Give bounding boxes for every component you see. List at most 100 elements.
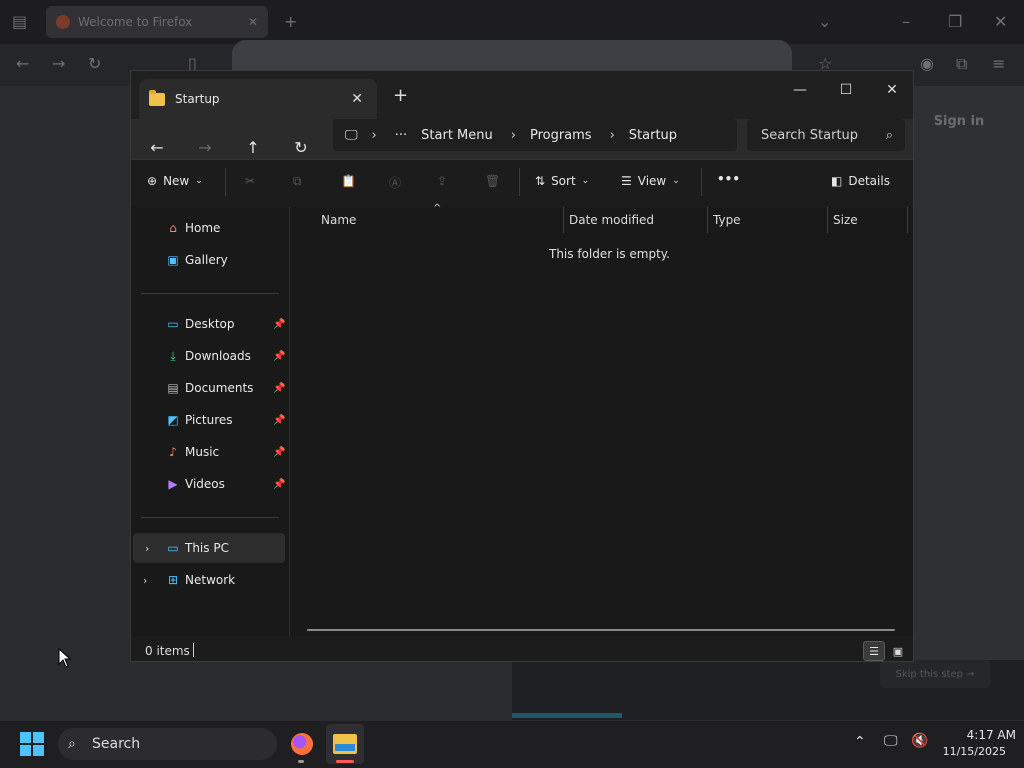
- chevron-right-icon[interactable]: ›: [145, 542, 149, 555]
- more-icon[interactable]: ···: [395, 128, 407, 143]
- explorer-tab[interactable]: Startup ✕: [139, 79, 377, 119]
- pin-icon[interactable]: 📌: [273, 319, 285, 330]
- column-name[interactable]: Name: [321, 213, 356, 227]
- skip-label: Skip this step: [895, 668, 963, 680]
- search-input[interactable]: Search Startup ⌕: [747, 119, 905, 151]
- sidebar-item-home[interactable]: ⌂ Home: [131, 213, 287, 243]
- sidebar-item-documents[interactable]: ▤ Documents 📌: [131, 373, 287, 403]
- sort-icon: ⇅: [535, 174, 546, 188]
- taskbar-firefox[interactable]: [286, 728, 318, 760]
- pin-icon[interactable]: 📌: [273, 383, 285, 394]
- pin-icon[interactable]: 📌: [273, 447, 285, 458]
- taskbar-search-label: Search: [92, 736, 141, 752]
- sign-in-button[interactable]: Sign in: [926, 106, 992, 136]
- chevron-up-icon[interactable]: ⌃: [854, 734, 866, 750]
- gallery-icon: ▣: [167, 253, 179, 267]
- monitor-icon: 🖵: [345, 127, 358, 143]
- new-tab-icon[interactable]: +: [284, 12, 297, 31]
- sidebar-item-label: Network: [185, 573, 236, 587]
- details-view-button[interactable]: ☰: [863, 641, 885, 661]
- breadcrumb-startup[interactable]: Startup: [629, 128, 677, 143]
- reload-icon[interactable]: ↻: [88, 54, 101, 73]
- chevron-down-icon[interactable]: ⌄: [818, 12, 831, 31]
- sidebar-item-gallery[interactable]: ▣ Gallery: [131, 245, 287, 275]
- new-tab-icon[interactable]: +: [393, 85, 408, 106]
- pane-splitter[interactable]: [289, 207, 290, 637]
- forward-icon[interactable]: →: [52, 54, 65, 73]
- sidebar-item-label: Music: [185, 445, 220, 459]
- column-divider[interactable]: [707, 207, 708, 233]
- clock-time[interactable]: 4:17 AM: [946, 728, 1016, 742]
- column-date-modified[interactable]: Date modified: [569, 213, 654, 227]
- sidebar-item-desktop[interactable]: ▭ Desktop 📌: [131, 309, 287, 339]
- sort-button[interactable]: ⇅ Sort ⌄: [535, 174, 589, 188]
- extensions-icon[interactable]: ⧉: [956, 54, 967, 74]
- paste-icon[interactable]: 📋: [341, 174, 356, 188]
- menu-icon[interactable]: ≡: [992, 54, 1005, 73]
- running-indicator: [298, 760, 304, 763]
- breadcrumb[interactable]: 🖵 › ··· Start Menu › Programs › Startup: [333, 119, 737, 151]
- close-tab-icon[interactable]: ✕: [248, 15, 258, 29]
- taskbar-file-explorer[interactable]: [326, 724, 364, 764]
- breadcrumb-programs[interactable]: Programs: [530, 128, 592, 143]
- pin-icon[interactable]: 📌: [273, 479, 285, 490]
- column-divider[interactable]: [907, 207, 908, 233]
- volume-muted-icon[interactable]: 🔇: [911, 733, 928, 749]
- file-explorer-window: Startup ✕ + — ☐ ✕ ← → ↑ ↻ 🖵 › ··· Start …: [130, 70, 914, 662]
- breadcrumb-start-menu[interactable]: Start Menu: [421, 128, 493, 143]
- details-button[interactable]: ◧ Details: [831, 174, 890, 188]
- minimize-icon[interactable]: –: [902, 12, 910, 31]
- sidebar-item-videos[interactable]: ▶ Videos 📌: [131, 469, 287, 499]
- column-divider[interactable]: [827, 207, 828, 233]
- picture-icon: ◩: [167, 413, 179, 427]
- up-arrow-icon: ↑: [246, 137, 260, 157]
- close-tab-icon[interactable]: ✕: [351, 91, 363, 107]
- video-icon: ▶: [168, 477, 178, 491]
- tab-list-icon[interactable]: ▤: [12, 12, 27, 31]
- firefox-tab[interactable]: Welcome to Firefox ✕: [46, 6, 268, 38]
- close-icon[interactable]: ✕: [994, 12, 1007, 31]
- column-type[interactable]: Type: [713, 213, 741, 227]
- skip-button[interactable]: Skip this step →: [880, 660, 990, 688]
- sidebar-item-label: Desktop: [185, 317, 235, 331]
- view-icon: ☰: [621, 174, 632, 188]
- download-icon: ⤓: [170, 348, 176, 363]
- sidebar-item-downloads[interactable]: ⤓ Downloads 📌: [131, 341, 287, 371]
- maximize-button[interactable]: ☐: [823, 75, 869, 105]
- rename-icon[interactable]: Ⓐ: [389, 174, 401, 191]
- tiles-view-button[interactable]: ▣: [887, 641, 909, 661]
- search-icon: ⌕: [885, 127, 893, 143]
- view-button[interactable]: ☰ View ⌄: [621, 174, 680, 188]
- account-icon[interactable]: ◉: [920, 54, 934, 73]
- close-button[interactable]: ✕: [869, 75, 915, 105]
- column-size[interactable]: Size: [833, 213, 858, 227]
- sidebar-item-this-pc[interactable]: › ▭ This PC: [133, 533, 285, 563]
- clock-date[interactable]: 11/15/2025: [936, 745, 1006, 758]
- column-header: Name ^ Date modified Type Size: [291, 203, 913, 233]
- share-icon[interactable]: ⇪: [437, 174, 447, 188]
- horizontal-scrollbar[interactable]: [307, 629, 895, 631]
- sidebar-item-network[interactable]: › ⊞ Network: [131, 565, 287, 595]
- minimize-button[interactable]: —: [777, 75, 823, 105]
- taskbar-search[interactable]: ⌕ Search: [58, 728, 277, 760]
- start-button[interactable]: [20, 732, 44, 756]
- sidebar-item-label: Gallery: [185, 253, 228, 267]
- search-placeholder: Search Startup: [761, 127, 859, 143]
- firefox-tab-title: Welcome to Firefox: [78, 15, 193, 29]
- column-divider[interactable]: [563, 207, 564, 233]
- sidebar-item-music[interactable]: ♪ Music 📌: [131, 437, 287, 467]
- pin-icon[interactable]: 📌: [273, 351, 285, 362]
- cut-icon[interactable]: ✂: [245, 174, 255, 188]
- windows-logo-icon: [20, 745, 31, 756]
- command-bar: ⊕ New ⌄ ✂ ⧉ 📋 Ⓐ ⇪ 🗑 ⇅ Sort ⌄ ☰ View ⌄ ••…: [131, 159, 913, 207]
- chevron-right-icon[interactable]: ›: [143, 574, 147, 587]
- delete-icon[interactable]: 🗑: [485, 174, 500, 188]
- copy-icon[interactable]: ⧉: [293, 174, 302, 189]
- new-button[interactable]: ⊕ New ⌄: [147, 174, 203, 188]
- pin-icon[interactable]: 📌: [273, 415, 285, 426]
- restore-icon[interactable]: ❐: [948, 12, 962, 31]
- network-tray-icon[interactable]: 🖵: [884, 733, 898, 749]
- more-options-icon[interactable]: •••: [717, 172, 740, 186]
- sidebar-item-pictures[interactable]: ◩ Pictures 📌: [131, 405, 287, 435]
- back-icon[interactable]: ←: [16, 54, 29, 73]
